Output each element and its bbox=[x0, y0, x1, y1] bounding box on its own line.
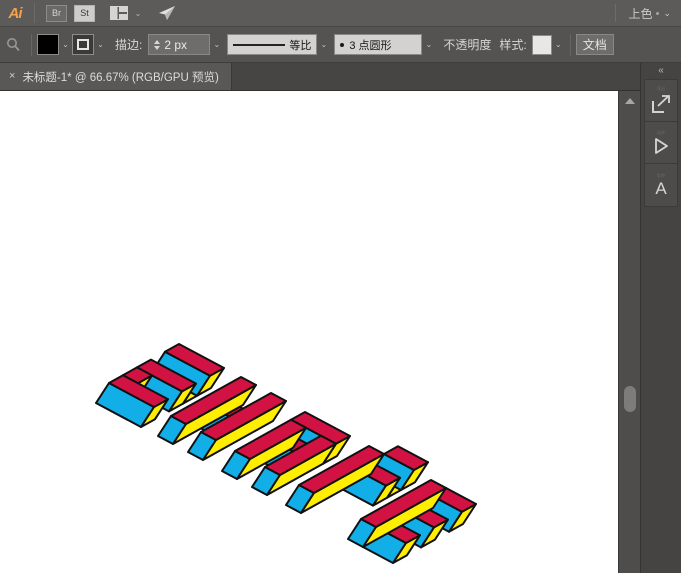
control-divider-1 bbox=[31, 34, 32, 56]
right-panel-dock: « 导出 动作 bbox=[640, 63, 681, 573]
document-tab-bar: × 未标题-1* @ 66.67% (RGB/GPU 预览) bbox=[0, 63, 640, 91]
brush-dot-icon bbox=[340, 43, 344, 47]
fill-chevron-down-icon[interactable]: ⌄ bbox=[59, 34, 72, 55]
collapse-panels-icon[interactable]: « bbox=[641, 63, 681, 78]
bridge-button[interactable]: Br bbox=[46, 5, 67, 22]
artboard-canvas[interactable] bbox=[0, 91, 618, 573]
control-properties-bar: ⌄ ⌄ 描边: 2 px ⌄ 等比 ⌄ 3 点圆形 ⌄ 不透明度 样式: ⌄ 文… bbox=[0, 27, 681, 63]
workspace-chevron-down-icon: ⌄ bbox=[663, 8, 671, 19]
stroke-profile-dropdown[interactable]: 等比 bbox=[227, 34, 317, 55]
style-label: 样式: bbox=[499, 36, 526, 53]
play-triangle-icon bbox=[651, 137, 671, 155]
stroke-weight-chevron-down-icon[interactable]: ⌄ bbox=[210, 34, 223, 55]
application-menu-bar: Ai Br St ⌄ 上色 ⌄ bbox=[0, 0, 681, 27]
fill-color-swatch[interactable] bbox=[37, 34, 59, 55]
selection-tool-icon[interactable] bbox=[0, 27, 26, 63]
arrange-chevron-down-icon[interactable]: ⌄ bbox=[132, 5, 144, 22]
export-arrow-icon bbox=[650, 93, 672, 115]
stroke-profile-label: 等比 bbox=[289, 37, 311, 53]
vertical-scrollbar[interactable] bbox=[618, 91, 640, 573]
control-divider-2 bbox=[570, 34, 571, 56]
actions-panel[interactable]: 动作 bbox=[645, 122, 677, 164]
document-tab[interactable]: × 未标题-1* @ 66.67% (RGB/GPU 预览) bbox=[0, 63, 232, 90]
close-icon[interactable]: × bbox=[9, 71, 15, 82]
stroke-color-swatch[interactable] bbox=[72, 34, 94, 55]
brush-definition-dropdown[interactable]: 3 点圆形 bbox=[334, 34, 422, 55]
stroke-profile-chevron-down-icon[interactable]: ⌄ bbox=[317, 34, 330, 55]
stroke-weight-stepper[interactable] bbox=[153, 37, 161, 52]
stroke-chevron-down-icon[interactable]: ⌄ bbox=[94, 34, 107, 55]
dock-icon-group: 导出 动作 字符 bbox=[644, 79, 678, 207]
stroke-ring-icon bbox=[77, 39, 89, 50]
scrollbar-thumb[interactable] bbox=[624, 386, 636, 412]
workspace-switcher[interactable]: 上色 ⌄ bbox=[616, 0, 681, 27]
brush-chevron-down-icon[interactable]: ⌄ bbox=[422, 34, 435, 55]
document-setup-button[interactable]: 文档 bbox=[576, 34, 614, 55]
stroke-profile-line-icon bbox=[233, 44, 285, 46]
stroke-weight-value: 2 px bbox=[164, 38, 187, 52]
character-panel[interactable]: 字符 A bbox=[645, 164, 677, 206]
stock-button[interactable]: St bbox=[74, 5, 95, 22]
actions-panel-tag: 动作 bbox=[657, 130, 666, 136]
opacity-label[interactable]: 不透明度 bbox=[443, 36, 491, 53]
document-tab-title: 未标题-1* @ 66.67% (RGB/GPU 预览) bbox=[22, 69, 218, 85]
illustrator-window: Ai Br St ⌄ 上色 ⌄ bbox=[0, 0, 681, 573]
style-chevron-down-icon[interactable]: ⌄ bbox=[552, 34, 565, 55]
share-paper-plane-icon[interactable] bbox=[156, 3, 178, 23]
arrange-documents-icon[interactable] bbox=[107, 5, 130, 22]
brush-definition-label: 3 点圆形 bbox=[349, 37, 391, 53]
isometric-letters-artwork[interactable] bbox=[0, 91, 618, 573]
export-for-screens-panel[interactable]: 导出 bbox=[645, 80, 677, 122]
graphic-style-swatch[interactable] bbox=[532, 35, 552, 55]
illustrator-logo-icon: Ai bbox=[0, 0, 30, 27]
stroke-weight-label: 描边: bbox=[115, 36, 142, 53]
export-panel-tag: 导出 bbox=[657, 86, 666, 92]
stroke-weight-input[interactable]: 2 px bbox=[148, 34, 210, 55]
scroll-up-arrow-icon[interactable] bbox=[619, 93, 641, 109]
appbar-divider bbox=[34, 3, 35, 23]
workspace-label: 上色 bbox=[628, 5, 652, 22]
workspace-dot-icon bbox=[656, 12, 659, 15]
text-A-icon: A bbox=[655, 180, 666, 197]
